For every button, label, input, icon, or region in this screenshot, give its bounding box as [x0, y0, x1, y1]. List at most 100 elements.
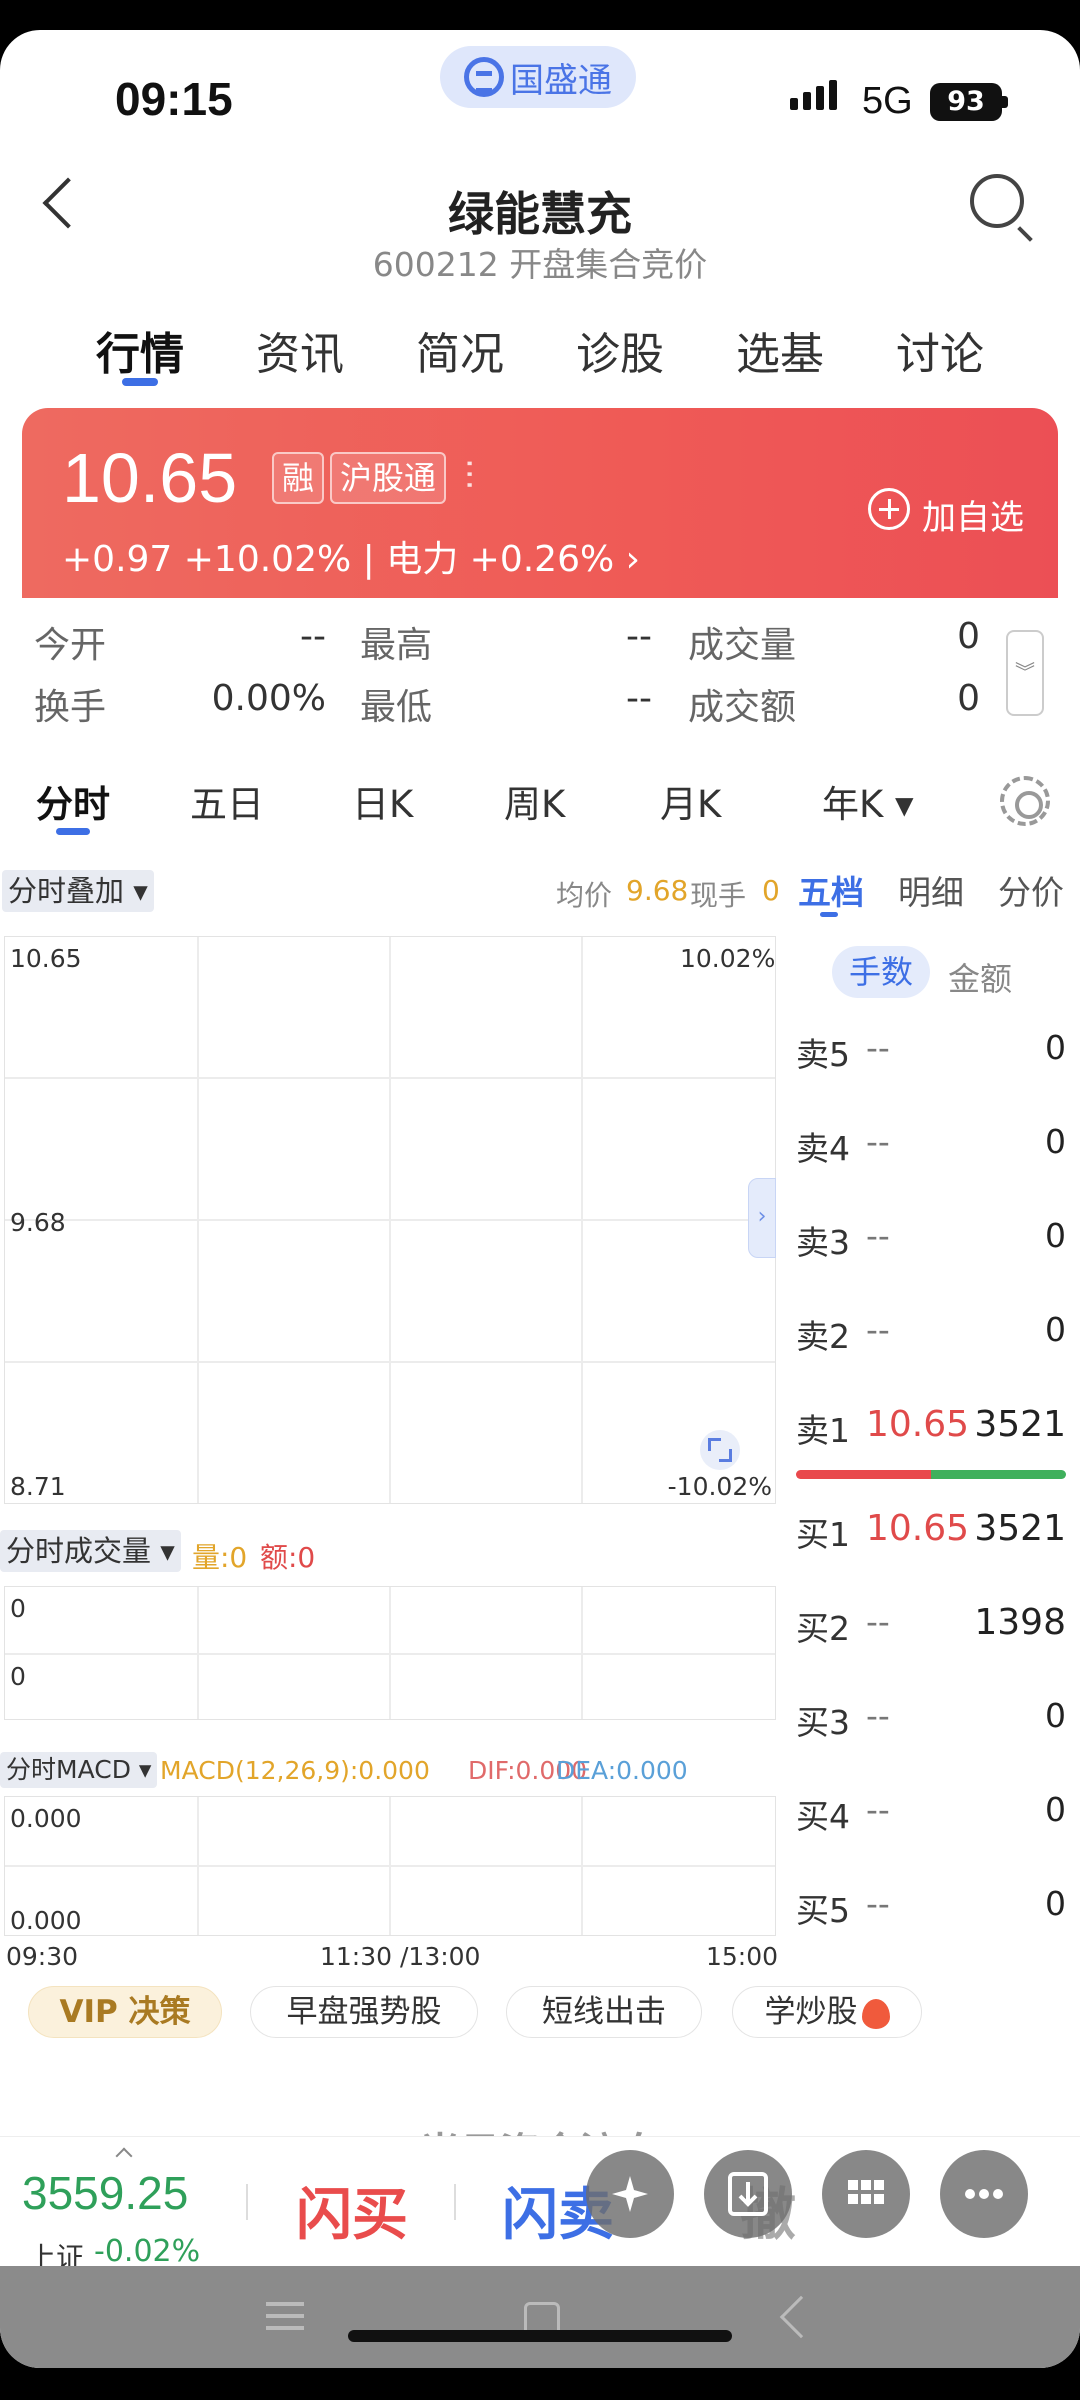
volume-dropdown[interactable]: 分时成交量 ▾: [0, 1530, 181, 1572]
price-axis-top: 10.65: [10, 944, 82, 973]
flash-buy-button[interactable]: 闪买: [296, 2170, 408, 2251]
unit-lots-toggle[interactable]: 手数: [832, 946, 930, 998]
amount-value: 0: [957, 678, 980, 719]
orderbook-tab-price[interactable]: 分价: [998, 866, 1064, 914]
margin-tag[interactable]: 融: [272, 452, 325, 504]
price-change-text: +0.97 +10.02% | 电力 +0.26%: [62, 539, 615, 580]
price-chart[interactable]: [4, 936, 776, 1504]
amount-label: 成交额: [688, 687, 797, 728]
kline-tab-indicator: [56, 828, 90, 835]
divider: [246, 2184, 248, 2220]
settings-gear-icon[interactable]: [1000, 776, 1050, 826]
connect-tag[interactable]: 沪股通: [330, 452, 447, 504]
add-watch-button[interactable]: 加自选: [922, 490, 1024, 539]
pct-axis-bottom: -10.02%: [667, 1472, 772, 1501]
grid-icon: [848, 2180, 884, 2204]
tab-diagnose[interactable]: 诊股: [576, 318, 664, 382]
macd-value: MACD(12,26,9):0.000: [160, 1756, 430, 1785]
fire-icon: [861, 1998, 890, 2029]
tab-profile[interactable]: 简况: [416, 318, 504, 382]
tab-funds[interactable]: 选基: [736, 318, 824, 382]
brand-pill[interactable]: 国盛通: [440, 46, 636, 108]
kline-tab-month[interactable]: 月K: [660, 774, 721, 828]
grid-fab[interactable]: [822, 2150, 910, 2238]
volume-axis-bottom: 0: [10, 1662, 26, 1691]
network-type: 5G: [862, 80, 913, 122]
more-fab[interactable]: [940, 2150, 1028, 2238]
high-label: 最高: [360, 625, 433, 666]
volume-qty: 量:0: [192, 1541, 248, 1574]
vip-decision-pill[interactable]: VIP 决策: [28, 1986, 222, 2038]
overlay-dropdown[interactable]: 分时叠加 ▾: [2, 870, 154, 912]
stock-name: 绿能慧充: [448, 187, 632, 241]
bid-row-3[interactable]: 买3 -- 0: [796, 1696, 1066, 1756]
early-strong-stocks-pill[interactable]: 早盘强势股: [250, 1986, 478, 2038]
time-axis-mid: 11:30 /13:00: [320, 1942, 481, 1971]
low-label: 最低: [360, 687, 433, 728]
price-change[interactable]: +0.97 +10.02% | 电力 +0.26% ›: [62, 530, 640, 582]
ask-row-5[interactable]: 卖5 -- 0: [796, 1028, 1066, 1088]
index-value[interactable]: 3559.25: [22, 2166, 188, 2220]
stock-code-status: 600212 开盘集合竞价: [372, 245, 708, 284]
turnover-value: 0.00%: [211, 678, 326, 719]
volume-label: 成交量: [688, 625, 797, 666]
short-term-pill[interactable]: 短线出击: [506, 1986, 702, 2038]
price-axis-bottom: 8.71: [10, 1472, 66, 1501]
search-icon[interactable]: [970, 174, 1024, 228]
index-change: -0.02%: [94, 2234, 201, 2269]
volume-axis-top: 0: [10, 1594, 26, 1623]
low-value: --: [626, 678, 652, 719]
volume-amount: 额:0: [260, 1541, 316, 1574]
bid-row-2[interactable]: 买2 -- 1398: [796, 1602, 1066, 1662]
tab-news[interactable]: 资讯: [256, 318, 344, 382]
avg-label: 均价: [556, 879, 613, 912]
learn-trading-label: 学炒股: [764, 1994, 858, 2030]
macd-chart[interactable]: [4, 1796, 776, 1936]
kline-tab-5day[interactable]: 五日: [190, 774, 264, 828]
kline-tab-intraday[interactable]: 分时: [36, 774, 110, 828]
kline-tab-week[interactable]: 周K: [504, 774, 565, 828]
tab-discussion[interactable]: 讨论: [896, 318, 984, 382]
kline-tab-year[interactable]: 年K ▾: [822, 774, 914, 828]
sparkle-icon: [612, 2176, 648, 2212]
app-screen: 09:15 国盛通 5G 93 绿能慧充 600212 开盘集合竞价 行情 资讯…: [0, 30, 1080, 2368]
nav-menu-icon[interactable]: [266, 2314, 304, 2318]
time-axis-end: 15:00: [706, 1942, 779, 1971]
ask-row-3[interactable]: 卖3 -- 0: [796, 1216, 1066, 1276]
avg-value: 9.68: [626, 874, 689, 907]
tab-market[interactable]: 行情: [96, 318, 184, 382]
signal-icon: [790, 80, 837, 110]
ratio-buy-segment: [796, 1470, 931, 1479]
battery-tip: [1002, 96, 1008, 108]
orderbook-tab-5level[interactable]: 五档: [798, 866, 864, 914]
buy-sell-ratio-bar: [796, 1470, 1066, 1479]
macd-dropdown[interactable]: 分时MACD ▾: [0, 1752, 158, 1788]
bid-row-1[interactable]: 买1 10.65 3521: [796, 1508, 1066, 1568]
pct-axis-top: 10.02%: [680, 944, 776, 973]
ask-row-1[interactable]: 卖1 10.65 3521: [796, 1404, 1066, 1464]
more-tags-icon[interactable]: ···: [449, 458, 489, 490]
add-watch-icon[interactable]: [868, 488, 910, 530]
more-dots-icon: [965, 2189, 1003, 2199]
download-icon: [728, 2172, 768, 2216]
fullscreen-icon[interactable]: [700, 1430, 740, 1470]
unit-amount-toggle[interactable]: 金额: [948, 954, 1012, 1000]
download-fab[interactable]: [704, 2150, 792, 2238]
tab-indicator: [122, 378, 158, 386]
learn-trading-pill[interactable]: 学炒股: [732, 1986, 922, 2038]
bid-row-4[interactable]: 买4 -- 0: [796, 1790, 1066, 1850]
bid-row-5[interactable]: 买5 -- 0: [796, 1884, 1066, 1944]
home-indicator[interactable]: [348, 2330, 732, 2342]
expand-stats-button[interactable]: ︾: [1006, 630, 1044, 716]
ask-row-4[interactable]: 卖4 -- 0: [796, 1122, 1066, 1182]
volume-chart[interactable]: [4, 1586, 776, 1720]
volume-value: 0: [957, 616, 980, 657]
brand-logo-icon: [464, 57, 504, 97]
orderbook-tab-detail[interactable]: 明细: [898, 866, 964, 914]
dea-value: DEA:0.000: [556, 1756, 688, 1785]
collapse-orderbook-tab[interactable]: ›: [748, 1178, 776, 1258]
macd-axis-top: 0.000: [10, 1804, 82, 1833]
ask-row-2[interactable]: 卖2 -- 0: [796, 1310, 1066, 1370]
sparkle-fab[interactable]: [586, 2150, 674, 2238]
kline-tab-day[interactable]: 日K: [352, 774, 413, 828]
